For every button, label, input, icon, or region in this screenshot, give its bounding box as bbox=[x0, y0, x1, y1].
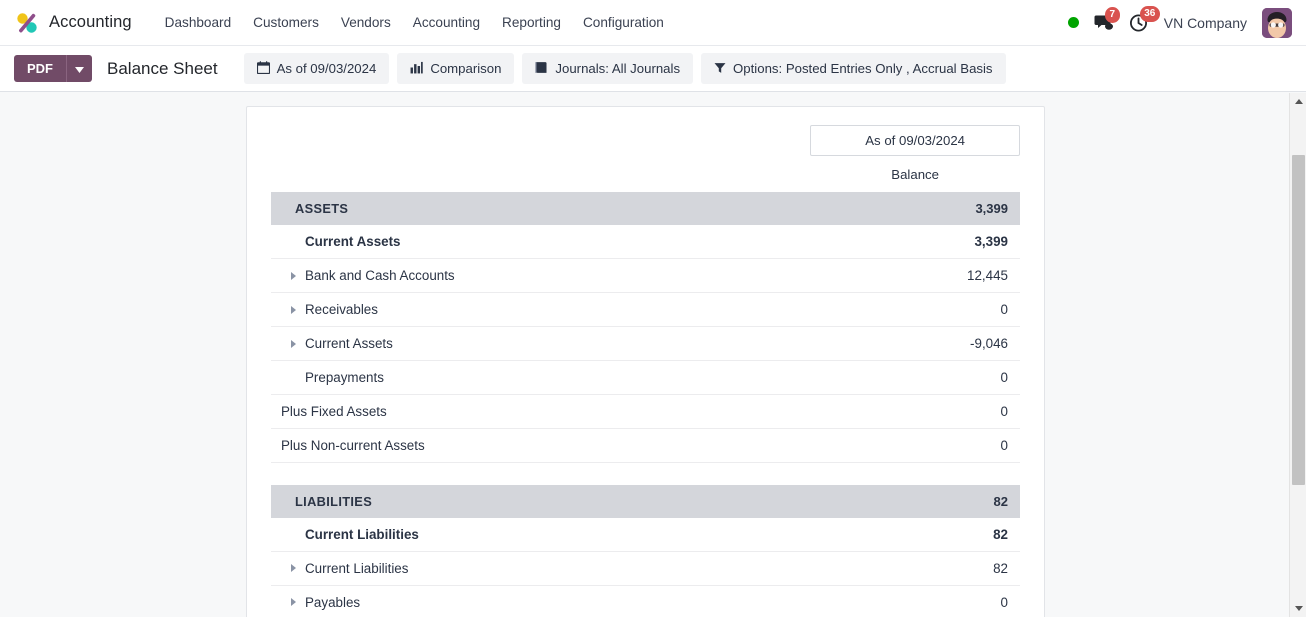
menu-item-dashboard[interactable]: Dashboard bbox=[154, 9, 243, 36]
table-row[interactable]: Plus Fixed Assets 0 bbox=[271, 394, 1020, 429]
table-row[interactable]: Bank and Cash Accounts 12,445 bbox=[271, 258, 1020, 293]
caret-right-icon bbox=[290, 305, 296, 314]
table-row[interactable]: Current Liabilities 82 bbox=[271, 517, 1020, 552]
section-spacer bbox=[271, 462, 1020, 485]
messages-button[interactable]: 7 bbox=[1094, 6, 1120, 32]
brand-name: Accounting bbox=[49, 13, 132, 31]
avatar[interactable] bbox=[1262, 7, 1292, 38]
row-label: Current Liabilities bbox=[271, 517, 811, 552]
table-header: As of 09/03/2024 Balance bbox=[271, 125, 1020, 192]
expand-toggle[interactable] bbox=[281, 598, 305, 606]
row-value: 12,445 bbox=[810, 258, 1020, 293]
scrollbar-thumb[interactable] bbox=[1292, 155, 1305, 485]
table-row[interactable]: Plus Non-current Assets 0 bbox=[271, 428, 1020, 463]
main-menu: Dashboard Customers Vendors Accounting R… bbox=[154, 9, 675, 36]
table-row[interactable]: Current Liabilities 82 bbox=[271, 551, 1020, 586]
row-label[interactable]: Payables bbox=[305, 595, 360, 610]
caret-right-icon bbox=[290, 271, 296, 280]
caret-right-icon bbox=[290, 598, 296, 606]
journals-button[interactable]: Journals: All Journals bbox=[522, 53, 694, 84]
row-label[interactable]: Current Liabilities bbox=[305, 561, 408, 576]
report-filter-buttons: As of 09/03/2024 Comparison Journals: Al… bbox=[243, 53, 1006, 84]
row-label[interactable]: Receivables bbox=[305, 302, 378, 317]
company-switcher[interactable]: VN Company bbox=[1164, 15, 1247, 31]
row-value: 82 bbox=[810, 517, 1020, 552]
page-title: Balance Sheet bbox=[107, 58, 218, 78]
expand-toggle[interactable] bbox=[281, 339, 305, 348]
row-label: LIABILITIES bbox=[271, 484, 811, 518]
comparison-label: Comparison bbox=[430, 61, 502, 76]
scroll-down-arrow-icon bbox=[1294, 606, 1303, 611]
row-value: 0 bbox=[810, 428, 1020, 463]
column-subheader-balance: Balance bbox=[891, 167, 939, 182]
balance-sheet-table: As of 09/03/2024 Balance ASSETS 3,399 Cu… bbox=[271, 125, 1020, 617]
row-value: 0 bbox=[810, 585, 1020, 617]
journals-label: Journals: All Journals bbox=[555, 61, 681, 76]
row-label[interactable]: Bank and Cash Accounts bbox=[305, 268, 455, 283]
row-label: Current Assets bbox=[271, 225, 811, 259]
odoo-logo-icon bbox=[14, 10, 40, 36]
row-value: 0 bbox=[810, 292, 1020, 327]
table-row[interactable]: Payables 0 bbox=[271, 585, 1020, 617]
table-row[interactable]: Prepayments 0 bbox=[271, 360, 1020, 395]
expand-toggle[interactable] bbox=[281, 564, 305, 572]
row-label: Plus Fixed Assets bbox=[271, 394, 811, 429]
activities-count-badge: 36 bbox=[1139, 5, 1160, 22]
comparison-button[interactable]: Comparison bbox=[397, 53, 515, 84]
report-page: As of 09/03/2024 Balance ASSETS 3,399 Cu… bbox=[0, 93, 1306, 617]
book-icon bbox=[535, 61, 548, 76]
top-navbar: Accounting Dashboard Customers Vendors A… bbox=[0, 0, 1306, 46]
row-label: ASSETS bbox=[271, 192, 811, 225]
table-body: ASSETS 3,399 Current Assets 3,399 Bank a… bbox=[271, 192, 1020, 617]
menu-item-reporting[interactable]: Reporting bbox=[491, 9, 572, 36]
table-row[interactable]: ASSETS 3,399 bbox=[271, 192, 1020, 225]
row-value: -9,046 bbox=[810, 326, 1020, 361]
row-label[interactable]: Current Assets bbox=[305, 336, 393, 351]
activities-button[interactable]: 36 bbox=[1129, 5, 1160, 33]
table-row[interactable]: Current Assets -9,046 bbox=[271, 326, 1020, 361]
scroll-up-arrow-icon bbox=[1294, 99, 1303, 104]
row-label[interactable]: Prepayments bbox=[305, 370, 384, 385]
table-row[interactable]: LIABILITIES 82 bbox=[271, 484, 1020, 518]
column-header-date[interactable]: As of 09/03/2024 bbox=[810, 125, 1020, 156]
calendar-icon bbox=[256, 61, 270, 76]
date-filter-button[interactable]: As of 09/03/2024 bbox=[243, 53, 390, 84]
bar-chart-icon bbox=[410, 61, 424, 76]
vertical-scrollbar[interactable] bbox=[1289, 93, 1306, 617]
menu-item-vendors[interactable]: Vendors bbox=[330, 9, 402, 36]
scroll-up-button[interactable] bbox=[1290, 93, 1306, 110]
expand-toggle[interactable] bbox=[281, 271, 305, 280]
menu-item-customers[interactable]: Customers bbox=[242, 9, 330, 36]
date-filter-label: As of 09/03/2024 bbox=[276, 61, 377, 76]
brand[interactable]: Accounting bbox=[14, 10, 132, 36]
pdf-export-group: PDF bbox=[14, 55, 92, 82]
expand-toggle[interactable] bbox=[281, 305, 305, 314]
table-row[interactable]: Receivables 0 bbox=[271, 292, 1020, 327]
pdf-dropdown-button[interactable] bbox=[66, 55, 92, 82]
row-value: 0 bbox=[810, 394, 1020, 429]
row-value: 3,399 bbox=[810, 225, 1020, 259]
menu-item-configuration[interactable]: Configuration bbox=[572, 9, 675, 36]
scroll-down-button[interactable] bbox=[1290, 600, 1306, 617]
caret-right-icon bbox=[290, 339, 296, 348]
table-row[interactable]: Current Assets 3,399 bbox=[271, 225, 1020, 259]
report-sheet: As of 09/03/2024 Balance ASSETS 3,399 Cu… bbox=[246, 106, 1045, 617]
row-value: 82 bbox=[810, 551, 1020, 586]
row-value: 0 bbox=[810, 360, 1020, 395]
caret-down-icon bbox=[75, 61, 84, 76]
control-panel: PDF Balance Sheet As of 09/03/2024 Compa… bbox=[0, 46, 1306, 92]
row-label: Plus Non-current Assets bbox=[271, 428, 811, 463]
options-label: Options: Posted Entries Only , Accrual B… bbox=[733, 61, 993, 76]
navbar-right: 7 36 VN Company bbox=[1067, 5, 1294, 38]
filter-icon bbox=[714, 62, 726, 76]
pdf-button[interactable]: PDF bbox=[14, 55, 66, 82]
caret-right-icon bbox=[290, 564, 296, 572]
options-button[interactable]: Options: Posted Entries Only , Accrual B… bbox=[701, 53, 1006, 84]
row-value: 82 bbox=[810, 484, 1020, 518]
menu-item-accounting[interactable]: Accounting bbox=[402, 9, 491, 36]
row-value: 3,399 bbox=[810, 192, 1020, 225]
online-status-dot bbox=[1067, 17, 1079, 28]
messages-count-badge: 7 bbox=[1104, 6, 1120, 23]
